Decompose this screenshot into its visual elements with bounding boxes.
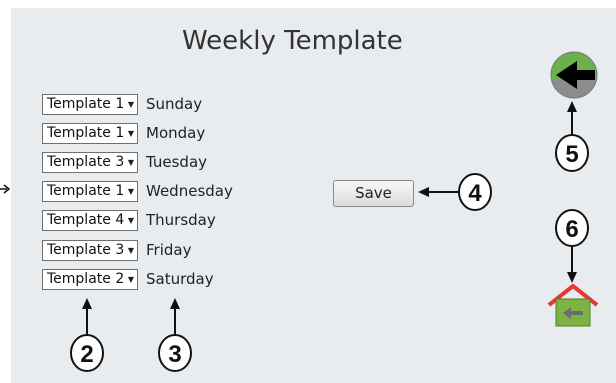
callout-5: 5 xyxy=(555,101,589,172)
callout-4: 4 xyxy=(418,173,492,211)
home-icon[interactable] xyxy=(547,284,599,327)
edge-arrow-icon xyxy=(0,184,11,194)
back-arrow-icon[interactable] xyxy=(548,50,600,102)
callout-2: 2 xyxy=(70,298,104,372)
callout-number: 2 xyxy=(80,341,93,368)
annotation-overlay: 2 3 4 5 6 xyxy=(0,50,600,372)
callout-6: 6 xyxy=(555,209,589,283)
callout-number: 4 xyxy=(468,180,482,207)
callout-number: 3 xyxy=(168,341,181,368)
callout-3: 3 xyxy=(158,298,192,372)
callout-number: 5 xyxy=(565,141,578,168)
callout-number: 6 xyxy=(565,216,578,243)
